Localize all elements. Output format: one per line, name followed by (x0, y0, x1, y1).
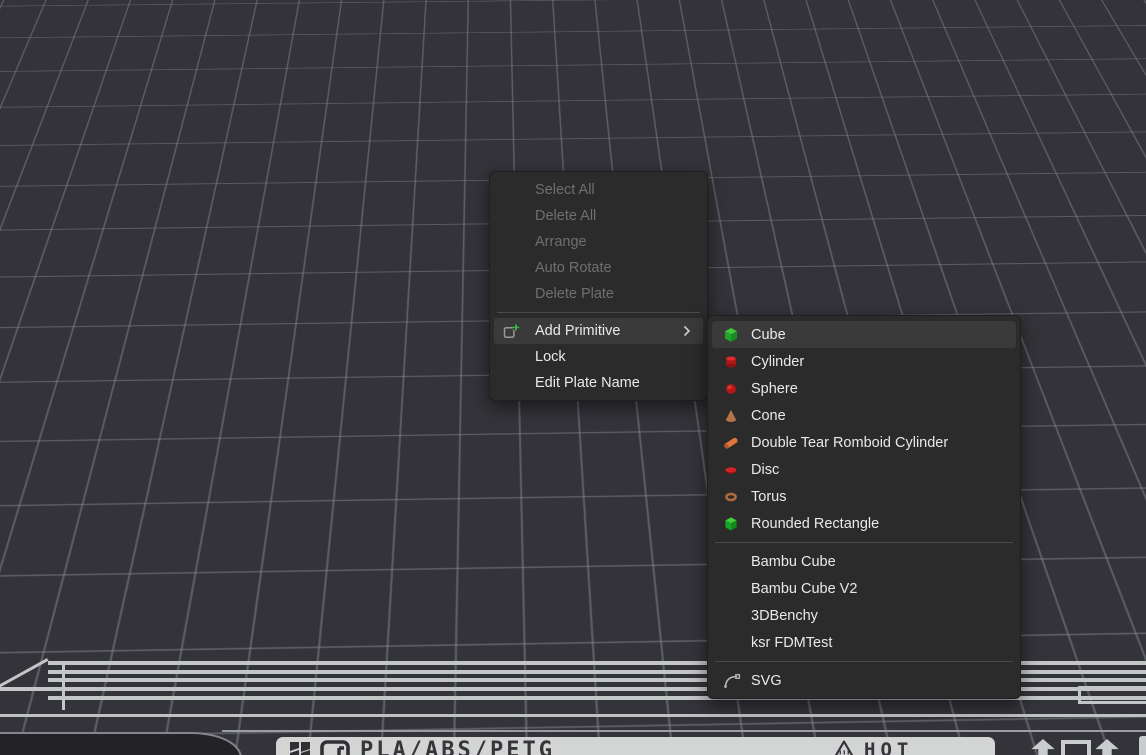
menu-item-delete-plate: Delete Plate (494, 281, 703, 307)
menu-item-label: Disc (751, 462, 1016, 478)
menu-item-bambu-cube-v2[interactable]: Bambu Cube V2 (712, 575, 1016, 602)
menu-item-disc[interactable]: Disc (712, 456, 1016, 483)
submenu-arrow-icon (683, 325, 691, 337)
menu-item-label: Double Tear Romboid Cylinder (751, 435, 1016, 451)
cube-icon (718, 326, 751, 343)
menu-item-torus[interactable]: Torus (712, 483, 1016, 510)
menu-item-arrange: Arrange (494, 229, 703, 255)
cone-icon (718, 407, 751, 424)
cylinder-icon (718, 353, 751, 370)
menu-item-delete-all: Delete All (494, 203, 703, 229)
handle-slot-icon (1061, 740, 1091, 755)
no-icon (503, 375, 535, 392)
romboid-cylinder-icon (718, 434, 751, 451)
menu-item-lock[interactable]: Lock (494, 344, 703, 370)
no-icon (718, 607, 751, 624)
menu-item-label: Arrange (535, 234, 703, 250)
no-icon (503, 349, 535, 366)
menu-item-sphere[interactable]: Sphere (712, 375, 1016, 402)
menu-item-label: Bambu Cube (751, 554, 1016, 570)
menu-item-label: 3DBenchy (751, 608, 1016, 624)
no-icon (503, 286, 535, 303)
context-menu: Select All Delete All Arrange Auto Rotate De… (489, 171, 708, 401)
menu-separator (715, 542, 1013, 543)
sphere-icon (718, 380, 751, 397)
menu-item-label: Cube (751, 327, 1016, 343)
no-icon (503, 234, 535, 251)
no-icon (503, 208, 535, 225)
menu-item-label: Auto Rotate (535, 260, 703, 276)
menu-item-label: SVG (751, 673, 1016, 689)
menu-separator (715, 661, 1013, 662)
plate-edge-notch (1078, 686, 1146, 704)
menu-item-cone[interactable]: Cone (712, 402, 1016, 429)
disc-icon (718, 461, 751, 478)
menu-item-3dbenchy[interactable]: 3DBenchy (712, 602, 1016, 629)
menu-item-svg[interactable]: SVG (712, 667, 1016, 694)
menu-item-cylinder[interactable]: Cylinder (712, 348, 1016, 375)
plate-label-strip: PLA/ABS/PETG HOT (276, 737, 995, 755)
menu-item-rounded-rectangle[interactable]: Rounded Rectangle (712, 510, 1016, 537)
plate-edge-piece (1139, 736, 1146, 755)
menu-separator (497, 312, 700, 313)
rounded-rectangle-icon (718, 515, 751, 532)
menu-item-edit-plate-name[interactable]: Edit Plate Name (494, 370, 703, 396)
torus-icon (718, 488, 751, 505)
menu-item-label: Cone (751, 408, 1016, 424)
menu-item-cube[interactable]: Cube (712, 321, 1016, 348)
svg-curve-icon (718, 672, 751, 689)
plate-edge-connector (62, 661, 65, 710)
menu-item-auto-rotate: Auto Rotate (494, 255, 703, 281)
no-icon (718, 580, 751, 597)
menu-item-label: Delete Plate (535, 286, 703, 302)
plate-front-line (222, 730, 1146, 732)
menu-item-label: Edit Plate Name (535, 375, 703, 391)
no-icon (718, 634, 751, 651)
menu-item-double-tear-romboid-cylinder[interactable]: Double Tear Romboid Cylinder (712, 429, 1016, 456)
menu-item-bambu-cube[interactable]: Bambu Cube (712, 548, 1016, 575)
add-primitive-submenu: Cube Cylinder Sphere Cone Double Tear Romboi… (707, 315, 1021, 699)
menu-item-label: Cylinder (751, 354, 1016, 370)
menu-item-ksr-fdmtest[interactable]: ksr FDMTest (712, 629, 1016, 656)
menu-item-label: Delete All (535, 208, 703, 224)
menu-item-label: Lock (535, 349, 703, 365)
menu-item-label: Bambu Cube V2 (751, 581, 1016, 597)
menu-item-select-all: Select All (494, 177, 703, 203)
menu-item-label: Sphere (751, 381, 1016, 397)
plate-texture-icon (320, 740, 350, 755)
plate-edge-line (0, 714, 1146, 717)
plate-hot-label: HOT (864, 739, 913, 755)
no-icon (503, 260, 535, 277)
add-primitive-icon (503, 323, 535, 340)
no-icon (718, 553, 751, 570)
no-icon (503, 182, 535, 199)
menu-item-label: ksr FDMTest (751, 635, 1016, 651)
bambu-logo-icon (288, 740, 314, 755)
menu-item-label: Torus (751, 489, 1016, 505)
menu-item-add-primitive[interactable]: Add Primitive (494, 318, 703, 344)
plate-corner-tab (0, 732, 242, 755)
menu-item-label: Add Primitive (535, 323, 683, 339)
viewport-3d[interactable]: PLA/ABS/PETG HOT Select All Delete All Arr… (0, 0, 1146, 755)
menu-item-label: Select All (535, 182, 703, 198)
menu-item-label: Rounded Rectangle (751, 516, 1016, 532)
plate-material-label: PLA/ABS/PETG (360, 738, 555, 755)
hot-warning-icon (832, 739, 856, 755)
